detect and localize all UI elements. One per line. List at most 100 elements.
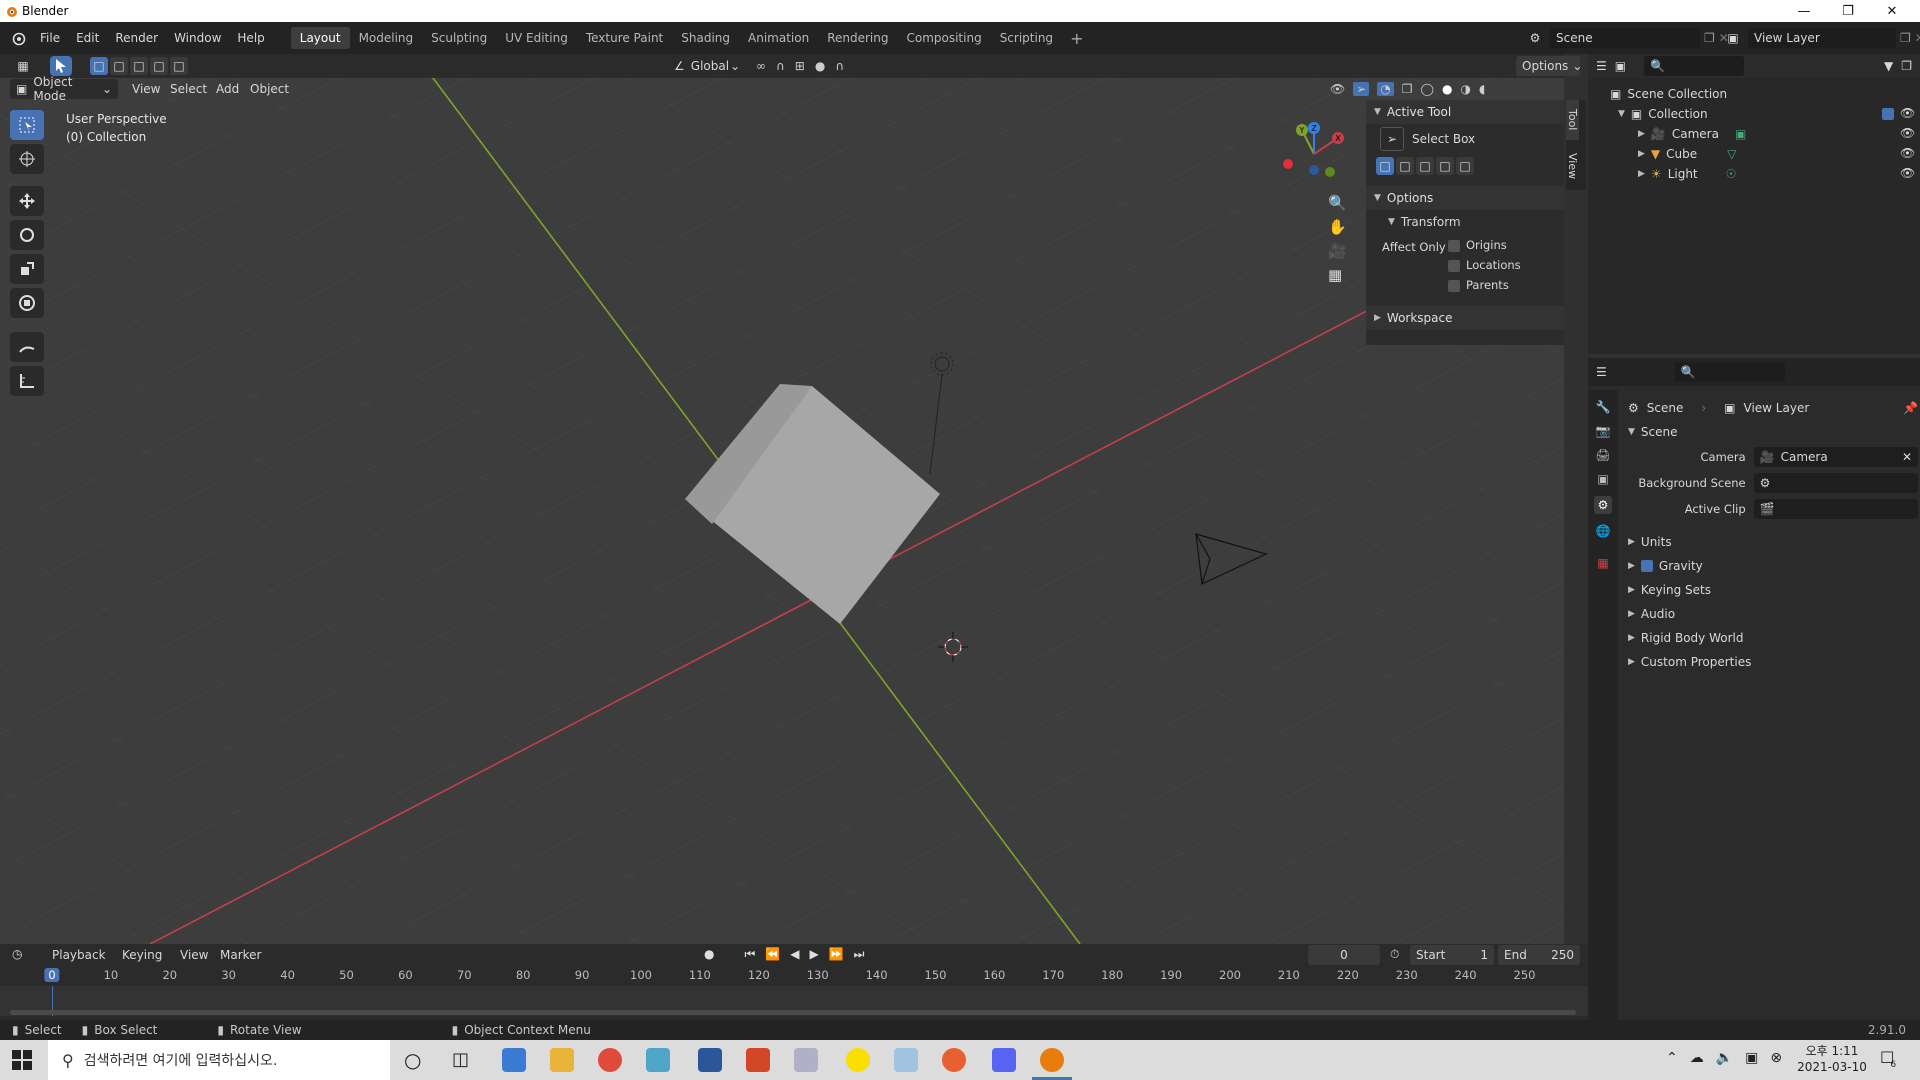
camera-view-icon[interactable]: 🎥 — [1328, 242, 1347, 260]
paint-icon[interactable] — [894, 1048, 918, 1072]
volume-icon[interactable]: 🔈 — [1716, 1050, 1733, 1066]
mode-subtract-icon[interactable]: □ — [1416, 157, 1434, 175]
outliner-scene-collection[interactable]: ▣ Scene Collection — [1588, 84, 1920, 104]
menu-render[interactable]: Render — [107, 31, 166, 45]
perspective-toggle-icon[interactable]: ▦ — [1328, 266, 1347, 284]
scene-icon[interactable]: ⚙ — [1524, 28, 1546, 48]
selection-mode-group[interactable]: □ □ □ □ □ — [90, 57, 188, 75]
prev-keyframe-icon[interactable]: ⏪ — [765, 947, 780, 962]
play-icon[interactable]: ▶ — [809, 947, 818, 962]
transform-orientation-dropdown[interactable]: ∠ Global ⌄ — [668, 56, 746, 76]
powerpoint-icon[interactable] — [746, 1048, 770, 1072]
view-layer-properties-icon[interactable]: ▣ — [1597, 472, 1608, 486]
outliner-collection[interactable]: ▼ ▣ Collection 👁 — [1588, 104, 1920, 124]
new-view-layer-icon[interactable]: ❐ — [1900, 31, 1911, 45]
tab-scripting[interactable]: Scripting — [991, 27, 1062, 49]
eye-icon[interactable]: 👁 — [1900, 126, 1915, 140]
tab-animation[interactable]: Animation — [739, 27, 818, 49]
task-view-icon[interactable]: ◫ — [452, 1049, 469, 1070]
wireframe-shading-icon[interactable]: ◯ — [1421, 82, 1434, 96]
affect-origins-checkbox[interactable]: Origins — [1448, 238, 1507, 252]
outliner-item-cube[interactable]: ▶ ▼ Cube ▽ 👁 — [1588, 144, 1920, 164]
eye-icon[interactable]: 👁 — [1900, 146, 1915, 160]
annotate-tool-icon[interactable] — [10, 332, 44, 362]
firefox-icon[interactable] — [942, 1048, 966, 1072]
solid-shading-icon[interactable]: ● — [1442, 82, 1452, 96]
pin-icon[interactable]: 📌 — [1903, 401, 1918, 415]
gizmo-toggle-icon[interactable]: ➢ — [1353, 82, 1370, 96]
output-properties-icon[interactable]: 🖨 — [1595, 448, 1610, 462]
measure-tool-icon[interactable] — [10, 366, 44, 396]
filter-icon[interactable]: ▼ — [1884, 59, 1893, 73]
properties-editor-type-icon[interactable]: ☰ — [1596, 365, 1607, 379]
tab-sculpting[interactable]: Sculpting — [422, 27, 496, 49]
properties-search-input[interactable]: 🔍 — [1674, 362, 1785, 382]
rendered-shading-icon[interactable]: ◖ — [1479, 82, 1485, 96]
transform-tool-icon[interactable] — [10, 288, 44, 318]
tab-modeling[interactable]: Modeling — [350, 27, 423, 49]
proportional-edit-icon[interactable]: ● — [815, 59, 825, 73]
audio-panel-header[interactable]: ▶ Audio — [1628, 602, 1918, 626]
keying-sets-panel-header[interactable]: ▶ Keying Sets — [1628, 578, 1918, 602]
npanel-tab-tool[interactable]: Tool — [1566, 100, 1579, 140]
overlay-toggle-icon[interactable]: ◔ — [1377, 82, 1394, 96]
editor-type-icon[interactable]: ▦ — [8, 56, 38, 76]
next-keyframe-icon[interactable]: ⏩ — [829, 947, 844, 962]
invert-selection-icon[interactable]: □ — [150, 57, 168, 75]
minimize-icon[interactable]: — — [1782, 0, 1826, 22]
menu-window[interactable]: Window — [166, 31, 229, 45]
collection-exclude-checkbox[interactable] — [1882, 108, 1894, 120]
mode-intersect-icon[interactable]: □ — [1456, 157, 1474, 175]
background-scene-field[interactable]: ⚙ — [1753, 473, 1918, 493]
new-scene-icon[interactable]: ❐ — [1704, 31, 1715, 45]
scale-tool-icon[interactable] — [10, 254, 44, 284]
extend-selection-icon[interactable]: □ — [110, 57, 128, 75]
workspace-panel-header[interactable]: ▶ Workspace — [1366, 306, 1564, 330]
timeline-scrollbar[interactable] — [10, 1010, 1576, 1015]
render-properties-icon[interactable]: 📷 — [1596, 424, 1611, 438]
intersect-selection-icon[interactable]: □ — [170, 57, 188, 75]
camera-field[interactable]: 🎥 Camera ✕ — [1753, 447, 1918, 467]
tool-properties-icon[interactable]: 🔧 — [1596, 400, 1611, 414]
kakaotalk-icon[interactable] — [846, 1048, 870, 1072]
app-icon[interactable] — [646, 1048, 670, 1072]
affect-locations-checkbox[interactable]: Locations — [1448, 258, 1521, 272]
outliner-item-light[interactable]: ▶ ☀ Light ☉ 👁 — [1588, 164, 1920, 184]
timeline-menu-marker[interactable]: Marker — [212, 948, 269, 962]
record-icon[interactable]: ● — [704, 947, 714, 962]
blender-menu-icon[interactable] — [10, 30, 26, 46]
options-panel-header[interactable]: ▼ Options — [1366, 186, 1564, 210]
windows-start-icon[interactable] — [12, 1050, 32, 1073]
cortana-icon[interactable]: ○ — [404, 1048, 421, 1072]
mode-new-icon[interactable]: □ — [1376, 157, 1394, 175]
subtract-selection-icon[interactable]: □ — [130, 57, 148, 75]
file-explorer-icon[interactable] — [550, 1048, 574, 1072]
timeline-menu-keying[interactable]: Keying — [114, 948, 170, 962]
eye-icon[interactable]: 👁 — [1900, 106, 1915, 120]
clear-icon[interactable]: ✕ — [1902, 450, 1912, 464]
tab-layout[interactable]: Layout — [290, 27, 350, 49]
visibility-icon[interactable]: 👁 — [1330, 82, 1345, 96]
jump-start-icon[interactable]: ⏮ — [744, 947, 755, 962]
outliner-display-mode-icon[interactable]: ▣ — [1615, 59, 1626, 73]
timeline-menu-playback[interactable]: Playback — [44, 948, 114, 962]
cursor-tool-icon[interactable] — [10, 144, 44, 174]
discord-icon[interactable] — [992, 1048, 1016, 1072]
frame-ruler[interactable]: 0 10 20 30 40 50 60 70 80 90 100 110 120 130 140 150 160… — [0, 966, 1588, 986]
timeline-menu-view[interactable]: View — [172, 948, 216, 962]
current-frame-field[interactable]: 0 — [1308, 945, 1380, 965]
tab-uv-editing[interactable]: UV Editing — [496, 27, 577, 49]
mode-extend-icon[interactable]: □ — [1396, 157, 1414, 175]
snap-icon[interactable]: ∩ — [776, 59, 785, 73]
clock[interactable]: 오후 1:11 2021-03-10 — [1796, 1043, 1868, 1075]
end-frame-field[interactable]: End 250 — [1498, 945, 1580, 965]
notification-icon[interactable]: ☐6 — [1880, 1048, 1900, 1070]
world-properties-icon[interactable]: 🌐 — [1596, 524, 1611, 538]
tray-expand-icon[interactable]: ⌃ — [1666, 1050, 1678, 1066]
tab-rendering[interactable]: Rendering — [818, 27, 897, 49]
menu-edit[interactable]: Edit — [68, 31, 107, 45]
chrome-icon[interactable] — [598, 1048, 622, 1072]
view-layer-selector[interactable]: View Layer — [1748, 28, 1896, 48]
gravity-checkbox[interactable] — [1640, 560, 1653, 572]
select-box-tool-icon[interactable] — [10, 110, 44, 140]
